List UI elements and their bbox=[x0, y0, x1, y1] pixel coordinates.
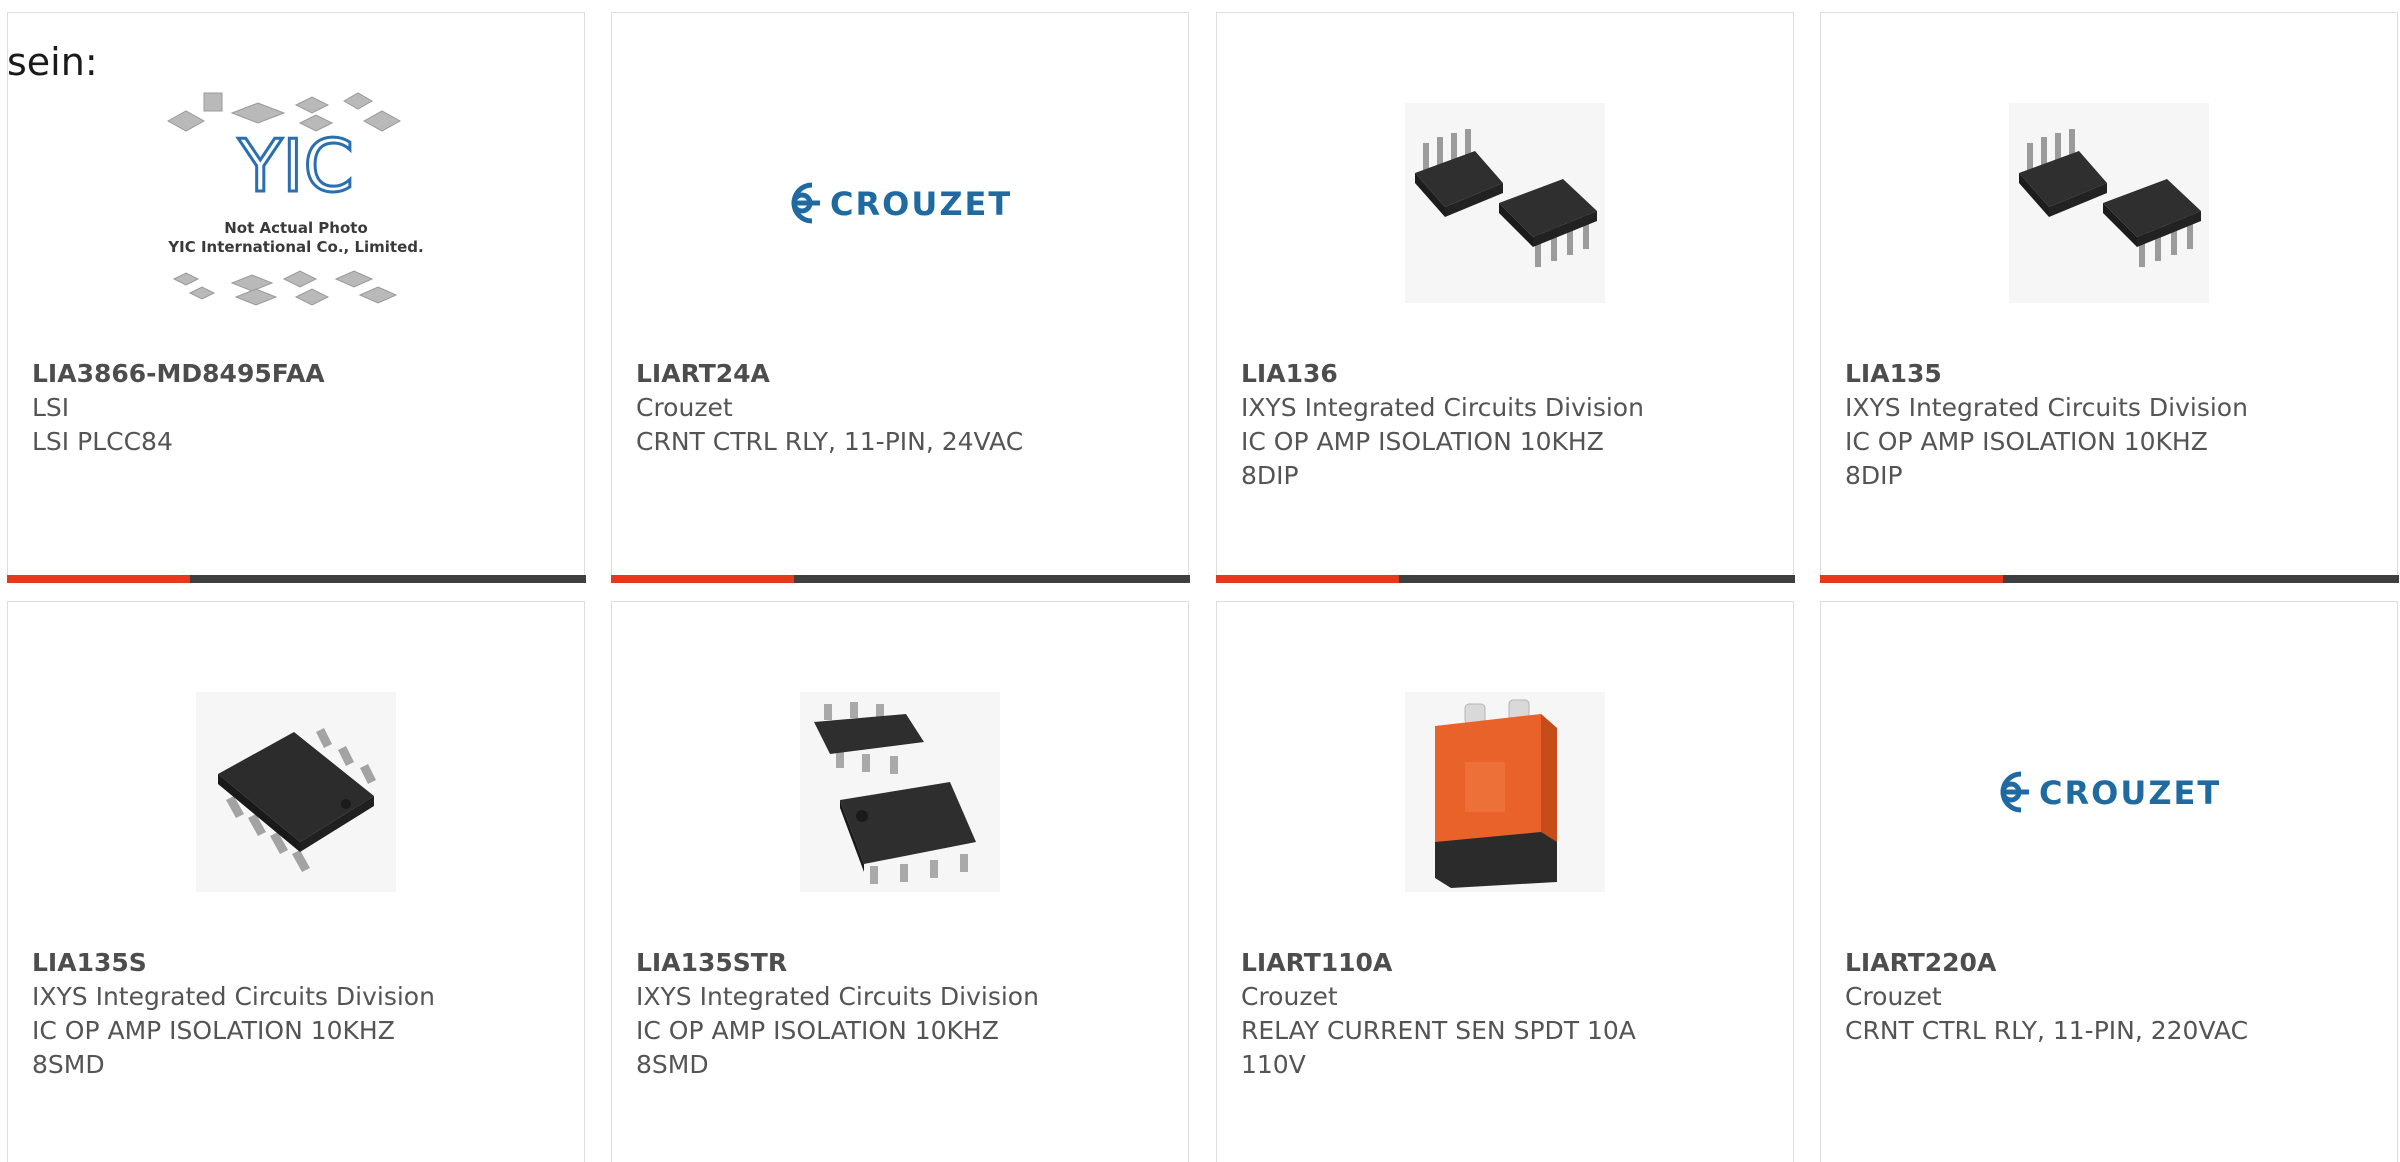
description-line2: 8SMD bbox=[636, 1050, 709, 1079]
description-line1: IC OP AMP ISOLATION 10KHZ bbox=[32, 1016, 395, 1045]
description-line1: CRNT CTRL RLY, 11-PIN, 220VAC bbox=[1845, 1016, 2249, 1045]
product-thumbnail bbox=[1217, 642, 1793, 942]
description-line1: IC OP AMP ISOLATION 10KHZ bbox=[636, 1016, 999, 1045]
product-card[interactable]: CROUZET LIART24A Crouzet CRNT CTRL RLY, … bbox=[610, 12, 1190, 583]
description-line2: 110V bbox=[1241, 1050, 1306, 1079]
crouzet-logo-image: CROUZET bbox=[2000, 771, 2221, 813]
description-line2: 8SMD bbox=[32, 1050, 105, 1079]
part-number[interactable]: LIA136 bbox=[1241, 357, 1773, 391]
card-footer-bar bbox=[1819, 574, 2399, 583]
part-number[interactable]: LIA135 bbox=[1845, 357, 2377, 391]
product-card[interactable]: LIA135S IXYS Integrated Circuits Divisio… bbox=[7, 601, 585, 1162]
product-card[interactable]: YIC Not Actual Photo YIC International C… bbox=[6, 12, 586, 583]
description-line2: 8DIP bbox=[1845, 461, 1903, 490]
product-thumbnail: YIC Not Actual Photo YIC International C… bbox=[8, 53, 584, 353]
crouzet-logo-text: CROUZET bbox=[830, 185, 1012, 223]
card-footer-bar bbox=[1215, 574, 1795, 583]
crouzet-logo-text: CROUZET bbox=[2039, 774, 2221, 812]
manufacturer: LSI bbox=[32, 393, 70, 422]
manufacturer: IXYS Integrated Circuits Division bbox=[32, 982, 435, 1011]
product-thumbnail bbox=[1821, 53, 2397, 353]
product-card[interactable]: LIA135 IXYS Integrated Circuits Division… bbox=[1819, 12, 2399, 583]
description-line1: LSI PLCC84 bbox=[32, 427, 173, 456]
product-card[interactable]: LIA135STR IXYS Integrated Circuits Divis… bbox=[611, 601, 1189, 1162]
part-number[interactable]: LIART220A bbox=[1845, 946, 2377, 980]
smd-chip-image bbox=[196, 692, 396, 892]
part-number[interactable]: LIA3866-MD8495FAA bbox=[32, 357, 564, 391]
manufacturer: IXYS Integrated Circuits Division bbox=[1241, 393, 1644, 422]
product-grid-page: sein: YIC Not Actual Photo YIC Internati… bbox=[0, 0, 2400, 1162]
lead-text: sein: bbox=[7, 40, 98, 84]
crouzet-logo-image: CROUZET bbox=[791, 182, 1012, 224]
card-footer-bar bbox=[6, 574, 586, 583]
product-thumbnail: CROUZET bbox=[612, 53, 1188, 353]
yic-line2: YIC International Co., Limited. bbox=[167, 238, 423, 256]
manufacturer: IXYS Integrated Circuits Division bbox=[1845, 393, 2248, 422]
card-footer-bar bbox=[610, 574, 1190, 583]
product-card[interactable]: LIA136 IXYS Integrated Circuits Division… bbox=[1215, 12, 1795, 583]
product-thumbnail bbox=[8, 642, 584, 942]
dip-chip-image bbox=[1405, 103, 1605, 303]
yic-logo: YIC bbox=[237, 124, 354, 208]
manufacturer: IXYS Integrated Circuits Division bbox=[636, 982, 1039, 1011]
product-card[interactable]: LIART110A Crouzet RELAY CURRENT SEN SPDT… bbox=[1216, 601, 1794, 1162]
part-number[interactable]: LIA135S bbox=[32, 946, 564, 980]
part-number[interactable]: LIA135STR bbox=[636, 946, 1168, 980]
product-thumbnail: CROUZET bbox=[1821, 642, 2397, 942]
description-line2: 8DIP bbox=[1241, 461, 1299, 490]
dip-chip-image bbox=[2009, 103, 2209, 303]
part-number[interactable]: LIART24A bbox=[636, 357, 1168, 391]
manufacturer: Crouzet bbox=[636, 393, 733, 422]
yic-line1: Not Actual Photo bbox=[224, 219, 368, 237]
smd-chips-image bbox=[800, 692, 1000, 892]
description-line1: IC OP AMP ISOLATION 10KHZ bbox=[1845, 427, 2208, 456]
manufacturer: Crouzet bbox=[1241, 982, 1338, 1011]
product-thumbnail bbox=[1217, 53, 1793, 353]
product-thumbnail bbox=[612, 642, 1188, 942]
description-line1: CRNT CTRL RLY, 11-PIN, 24VAC bbox=[636, 427, 1024, 456]
description-line1: IC OP AMP ISOLATION 10KHZ bbox=[1241, 427, 1604, 456]
part-number[interactable]: LIART110A bbox=[1241, 946, 1773, 980]
product-card[interactable]: CROUZET LIART220A Crouzet CRNT CTRL RLY,… bbox=[1820, 601, 2398, 1162]
manufacturer: Crouzet bbox=[1845, 982, 1942, 1011]
relay-module-image bbox=[1405, 692, 1605, 892]
yic-placeholder-image: YIC Not Actual Photo YIC International C… bbox=[166, 92, 424, 306]
description-line1: RELAY CURRENT SEN SPDT 10A bbox=[1241, 1016, 1636, 1045]
